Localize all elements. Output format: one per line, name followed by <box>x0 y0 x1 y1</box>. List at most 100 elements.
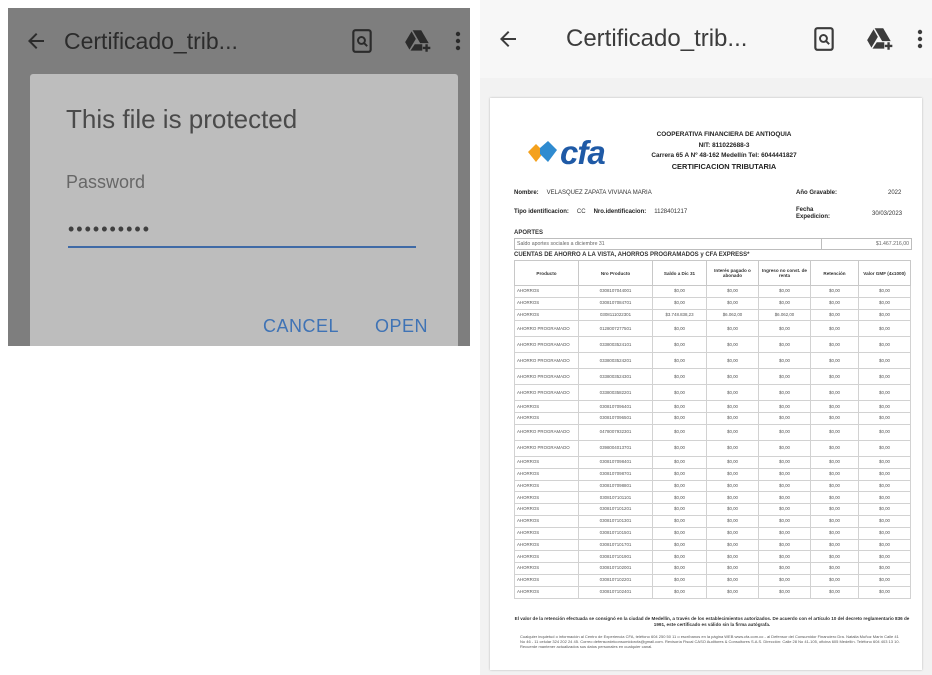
table-cell: AHORRO PROGRAMADO <box>514 368 579 386</box>
more-options-button[interactable] <box>908 11 932 67</box>
table-cell: $0,00 <box>758 439 811 457</box>
table-cell: $0,00 <box>758 423 811 441</box>
table-cell: 0338003524201 <box>578 352 653 370</box>
table-cell: 0128007277501 <box>578 320 653 338</box>
table-cell: AHORROS <box>514 585 579 599</box>
table-cell: $0,00 <box>652 296 707 310</box>
table-cell: $0,00 <box>706 514 759 528</box>
table-cell: $0,00 <box>858 503 911 516</box>
table-cell: AHORROS <box>514 514 579 528</box>
table-cell: $0,00 <box>706 479 759 493</box>
table-cell: 0308107096501 <box>578 412 653 425</box>
table-cell: $0,00 <box>652 412 707 425</box>
table-cell: $0,00 <box>706 550 759 564</box>
table-cell: $0,00 <box>858 368 911 386</box>
cancel-button[interactable]: CANCEL <box>263 316 339 337</box>
table-row: AHORROS 0308107101301 $0,00 $0,00 $0,00 $0,00… <box>514 514 911 528</box>
table-cell: $0,00 <box>652 368 707 386</box>
table-cell: 0338003582201 <box>578 384 653 402</box>
table-cell: AHORROS <box>514 412 579 425</box>
table-cell: $0,00 <box>858 455 911 469</box>
table-cell: AHORROS <box>514 538 579 552</box>
table-cell: $0,00 <box>858 526 911 540</box>
top-app-bar: Certificado_trib... <box>480 0 932 78</box>
table-cell: $0,00 <box>858 514 911 528</box>
table-cell: AHORRO PROGRAMADO <box>514 336 579 354</box>
table-cell: $0,00 <box>758 384 811 402</box>
nro-id-value: 1128401217 <box>654 209 688 215</box>
table-cell: $0,00 <box>810 439 859 457</box>
more-vert-icon <box>455 31 461 51</box>
table-cell: AHORRO PROGRAMADO <box>514 384 579 402</box>
table-cell: $0,00 <box>810 514 859 528</box>
table-row: AHORROS 0308107084701 $0,00 $0,00 $0,00 $0,00… <box>514 296 911 310</box>
table-cell: $0,00 <box>706 585 759 599</box>
table-cell: $0,00 <box>758 479 811 493</box>
footer-note: El valor de la retención efectuada se co… <box>514 616 910 627</box>
pdf-page[interactable]: cfa COOPERATIVA FINANCIERA DE ANTIOQUIA … <box>490 98 922 670</box>
table-row: AHORROS 0308107096501 $0,00 $0,00 $0,00 $0,00… <box>514 412 911 425</box>
table-cell: $0,00 <box>810 296 859 310</box>
table-cell: $0,00 <box>652 491 707 505</box>
table-cell: 0308107084701 <box>578 296 653 310</box>
accounts-table: Producto Nro Producto Saldo a Dic 31 Int… <box>514 260 911 599</box>
table-cell: 0308107101201 <box>578 503 653 516</box>
nombre-value: VELASQUEZ ZAPATA VIVIANA MARIA <box>546 190 652 196</box>
table-cell: $0,00 <box>758 538 811 552</box>
table-cell: AHORROS <box>514 467 579 481</box>
table-cell: $0,00 <box>758 412 811 425</box>
add-to-drive-button[interactable] <box>852 11 908 67</box>
file-title: Certificado_trib... <box>566 25 748 52</box>
anio-value: 2022 <box>888 190 902 196</box>
table-cell: $0,00 <box>810 368 859 386</box>
aportes-value: $1.467.216,00 <box>875 241 909 247</box>
table-cell: $0,00 <box>652 573 707 587</box>
table-row: AHORROS 0308111022301 $3.748.838,23 $6.062,… <box>514 308 911 322</box>
table-cell: $0,00 <box>706 400 759 414</box>
open-button[interactable]: OPEN <box>375 316 428 337</box>
fecha-label: Fecha Expedicion: <box>796 207 831 220</box>
cfa-logo: cfa <box>526 134 636 172</box>
table-cell: $0,00 <box>652 467 707 481</box>
table-cell: $0,00 <box>858 585 911 599</box>
table-cell: 0308107101301 <box>578 514 653 528</box>
table-cell: $0,00 <box>706 467 759 481</box>
nombre-label: Nombre: <box>514 190 539 196</box>
back-button[interactable] <box>480 6 536 72</box>
table-cell: 0398004013701 <box>578 439 653 457</box>
table-cell: $0,00 <box>758 320 811 338</box>
table-cell: AHORROS <box>514 573 579 587</box>
table-cell: $0,00 <box>758 503 811 516</box>
table-cell: $0,00 <box>858 352 911 370</box>
table-row: AHORROS 0308107098801 $0,00 $0,00 $0,00 $0,00… <box>514 479 911 493</box>
find-in-document-button[interactable] <box>334 13 390 69</box>
table-cell: $0,00 <box>706 285 759 298</box>
table-cell: $0,00 <box>758 573 811 587</box>
back-button[interactable] <box>8 8 64 74</box>
search-in-document-icon <box>352 29 372 53</box>
find-in-document-button[interactable] <box>796 11 852 67</box>
add-to-drive-button[interactable] <box>390 13 446 69</box>
table-row: AHORROS 0308107098701 $0,00 $0,00 $0,00 $0,00… <box>514 467 911 481</box>
col-header: Producto <box>514 260 579 286</box>
dialog-title: This file is protected <box>66 104 298 134</box>
drive-add-icon <box>867 28 893 50</box>
table-row: AHORROS 0308107102001 $0,00 $0,00 $0,00 $0,00… <box>514 562 911 575</box>
table-cell: $0,00 <box>706 296 759 310</box>
table-cell: AHORROS <box>514 285 579 298</box>
table-cell: 0308111022301 <box>578 308 653 322</box>
table-cell: AHORROS <box>514 491 579 505</box>
table-cell: $0,00 <box>758 285 811 298</box>
more-options-button[interactable] <box>446 13 470 69</box>
table-cell: $0,00 <box>706 384 759 402</box>
org-name: COOPERATIVA FINANCIERA DE ANTIOQUIA <box>656 131 792 138</box>
table-row: AHORROS 0308107101701 $0,00 $0,00 $0,00 $0,00… <box>514 538 911 552</box>
table-cell: $6.062,00 <box>706 308 759 322</box>
col-header: Saldo a Dic 31 <box>652 260 707 286</box>
table-cell: $0,00 <box>758 400 811 414</box>
table-cell: $0,00 <box>810 455 859 469</box>
table-cell: $0,00 <box>858 550 911 564</box>
password-input[interactable] <box>68 212 416 248</box>
table-row: AHORRO PROGRAMADO 0338003524301 $0,00 $0,00… <box>514 368 911 386</box>
table-cell: $0,00 <box>758 368 811 386</box>
